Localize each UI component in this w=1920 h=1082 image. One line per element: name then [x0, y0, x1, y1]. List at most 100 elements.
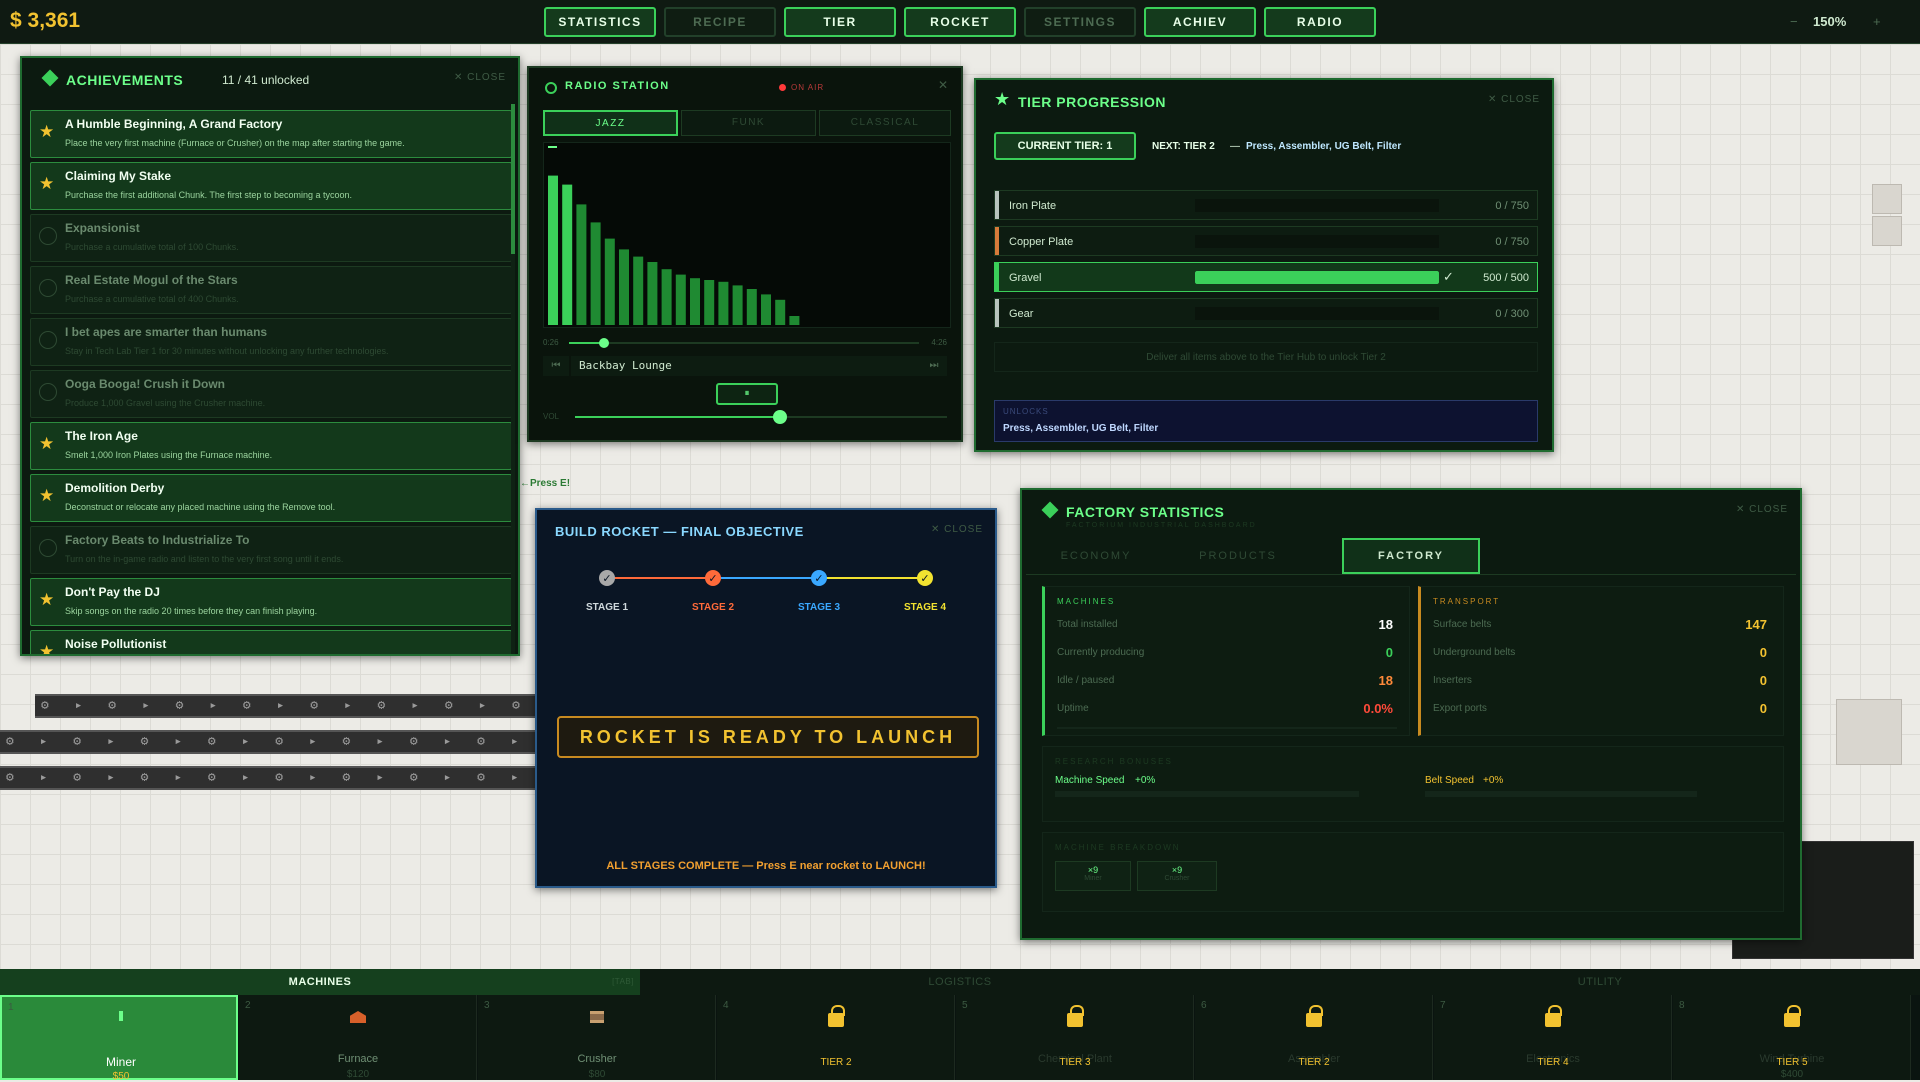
eq-bar	[789, 316, 800, 325]
build-slot[interactable]: 2 Furnace $120	[239, 995, 477, 1080]
nav-rocket-button[interactable]: ROCKET	[904, 7, 1016, 37]
achievement-title: The Iron Age	[65, 429, 138, 443]
tab-classical[interactable]: CLASSICAL	[819, 110, 951, 136]
close-button[interactable]: ✕ CLOSE	[1736, 504, 1788, 515]
next-track-button[interactable]: ⏭	[921, 356, 947, 376]
achievement-item[interactable]: ★ Don't Pay the DJ Skip songs on the radio…	[30, 578, 512, 626]
build-slot[interactable]: 5 Chemical Plant TIER 3	[956, 995, 1194, 1080]
close-button[interactable]: ✕ CLOSE	[454, 72, 506, 83]
achievement-item[interactable]: I bet apes are smarter than humans Stay i…	[30, 318, 512, 366]
eq-bar	[761, 294, 771, 325]
achievement-item[interactable]: ★ The Iron Age Smelt 1,000 Iron Plates usi…	[30, 422, 512, 470]
achievement-item[interactable]: Factory Beats to Industrialize To Turn on…	[30, 526, 512, 574]
machines-header: MACHINES	[1057, 597, 1116, 606]
tabs-divider	[1026, 574, 1796, 575]
volume-handle[interactable]	[772, 410, 787, 424]
achievement-item[interactable]: ★ Demolition Derby Deconstruct or relocate…	[30, 474, 512, 522]
achievement-item[interactable]: ★ A Humble Beginning, A Grand Factory Plac…	[30, 110, 512, 158]
build-slot[interactable]: 3 Crusher $80	[478, 995, 716, 1080]
build-slot[interactable]: 8 Wind Turbine TIER 5 $400	[1673, 995, 1911, 1080]
achievement-title: Real Estate Mogul of the Stars	[65, 273, 238, 287]
circle-icon	[39, 279, 57, 297]
tab-economy[interactable]: ECONOMY	[1026, 538, 1166, 574]
close-button[interactable]: ✕ CLOSE	[931, 524, 983, 535]
launch-ready-banner[interactable]: ROCKET IS READY TO LAUNCH	[557, 716, 979, 758]
achievement-item[interactable]: Ooga Booga! Crush it Down Produce 1,000 G…	[30, 370, 512, 418]
achievement-item[interactable]: ★ Noise Pollutionist	[30, 630, 512, 654]
check-icon: ✓	[920, 572, 929, 585]
eq-bar	[604, 238, 615, 325]
stat-label: Surface belts	[1433, 619, 1492, 630]
stat-value: 147	[1745, 617, 1767, 632]
star-icon: ★	[994, 89, 1011, 109]
conveyor-belt[interactable]: ⚙ ▸ ⚙ ▸ ⚙ ▸ ⚙ ▸ ⚙ ▸ ⚙ ▸ ⚙ ▸ ⚙ ▸ ⚙ ▸ ⚙ ▸ …	[0, 730, 535, 754]
breakdown-crusher[interactable]: ×9 Crusher	[1137, 861, 1217, 891]
build-toolbar: MACHINES [TAB] LOGISTICS UTILITY 1 Miner $5…	[0, 969, 1920, 1082]
requirement-count: 0 / 750	[1495, 200, 1529, 212]
seek-handle[interactable]	[599, 338, 609, 348]
tab-factory[interactable]: FACTORY	[1342, 538, 1480, 574]
volume-slider[interactable]	[575, 410, 947, 424]
close-icon[interactable]: ✕	[938, 78, 949, 92]
achievement-title: Claiming My Stake	[65, 169, 172, 183]
tab-utility[interactable]: UTILITY	[1280, 969, 1920, 995]
machine-speed-bar	[1055, 791, 1359, 797]
conveyor-belt[interactable]: ⚙ ▸ ⚙ ▸ ⚙ ▸ ⚙ ▸ ⚙ ▸ ⚙ ▸ ⚙ ▸ ⚙ ▸ ⚙ ▸ ⚙ ▸ …	[0, 766, 535, 790]
build-slot[interactable]: 6 Assembler TIER 2	[1195, 995, 1433, 1080]
tab-funk[interactable]: FUNK	[681, 110, 816, 136]
check-icon: ✓	[602, 572, 611, 585]
nav-settings-button[interactable]: SETTINGS	[1024, 7, 1136, 37]
close-button[interactable]: ✕ CLOSE	[1488, 94, 1540, 105]
prev-track-button[interactable]: ⏮	[543, 356, 569, 376]
slot-price: $50	[112, 1071, 130, 1082]
pause-button[interactable]: ⏸	[716, 383, 778, 405]
tab-machines[interactable]: MACHINES [TAB]	[0, 969, 640, 995]
achievement-item[interactable]: ★ Claiming My Stake Purchase the first add…	[30, 162, 512, 210]
build-slot[interactable]: 1 Miner $50	[0, 995, 238, 1082]
nav-tier-button[interactable]: TIER	[784, 7, 896, 37]
stat-value: 18	[1378, 673, 1393, 688]
eq-bar	[675, 274, 686, 325]
slot-name: Crusher	[577, 1053, 617, 1065]
zoom-in-button[interactable]: +	[1873, 14, 1881, 29]
seek-track[interactable]	[569, 338, 919, 348]
statistics-title: FACTORY STATISTICS	[1066, 504, 1225, 520]
achievement-item[interactable]: Real Estate Mogul of the Stars Purchase a…	[30, 266, 512, 314]
zoom-level: 150%	[1813, 14, 1847, 29]
stat-label: Uptime	[1057, 703, 1089, 714]
breakdown-miner[interactable]: ×9 Miner	[1055, 861, 1131, 891]
tab-products[interactable]: PRODUCTS	[1168, 538, 1308, 574]
stat-value: 0	[1385, 645, 1393, 660]
tab-jazz[interactable]: JAZZ	[543, 110, 678, 136]
rocket-title: BUILD ROCKET — FINAL OBJECTIVE	[555, 524, 804, 539]
machine-tile[interactable]	[1872, 184, 1902, 214]
nav-statistics-button[interactable]: STATISTICS	[544, 7, 656, 37]
item-color-marker	[995, 227, 999, 255]
stat-value: 18	[1378, 617, 1393, 632]
radio-icon	[545, 82, 557, 94]
zoom-out-button[interactable]: −	[1790, 14, 1798, 29]
nav-achiev-button[interactable]: ACHIEV	[1144, 7, 1256, 37]
tab-logistics[interactable]: LOGISTICS	[640, 969, 1280, 995]
rocket-panel: BUILD ROCKET — FINAL OBJECTIVE ✕ CLOSE ✓…	[535, 508, 997, 888]
tier-hint: Deliver all items above to the Tier Hub …	[994, 342, 1538, 372]
star-icon: ★	[39, 434, 55, 453]
machine-tile[interactable]	[1836, 699, 1902, 765]
tier-title: TIER PROGRESSION	[1018, 94, 1167, 110]
build-slot[interactable]: 7 Electronics TIER 4	[1434, 995, 1672, 1080]
lock-icon	[1784, 1005, 1801, 1027]
machine-tile[interactable]	[1872, 216, 1902, 246]
track-name: Backbay Lounge	[571, 356, 923, 376]
on-air-label: ON AIR	[791, 83, 825, 92]
achievement-item[interactable]: Expansionist Purchase a cumulative total …	[30, 214, 512, 262]
nav-radio-button[interactable]: RADIO	[1264, 7, 1376, 37]
belt-speed-value: +0%	[1483, 775, 1504, 786]
scrollbar[interactable]	[511, 104, 515, 654]
build-slot[interactable]: 4 TIER 2	[717, 995, 955, 1080]
lock-icon	[1306, 1005, 1323, 1027]
stat-label: Export ports	[1433, 703, 1487, 714]
stage-label: STAGE 1	[586, 602, 628, 613]
conveyor-belt[interactable]: ⚙ ▸ ⚙ ▸ ⚙ ▸ ⚙ ▸ ⚙ ▸ ⚙ ▸ ⚙ ▸ ⚙ ▸ ⚙ ▸ ⚙ ▸ …	[35, 694, 555, 718]
nav-recipe-button[interactable]: RECIPE	[664, 7, 776, 37]
requirement-name: Gear	[1009, 308, 1034, 320]
